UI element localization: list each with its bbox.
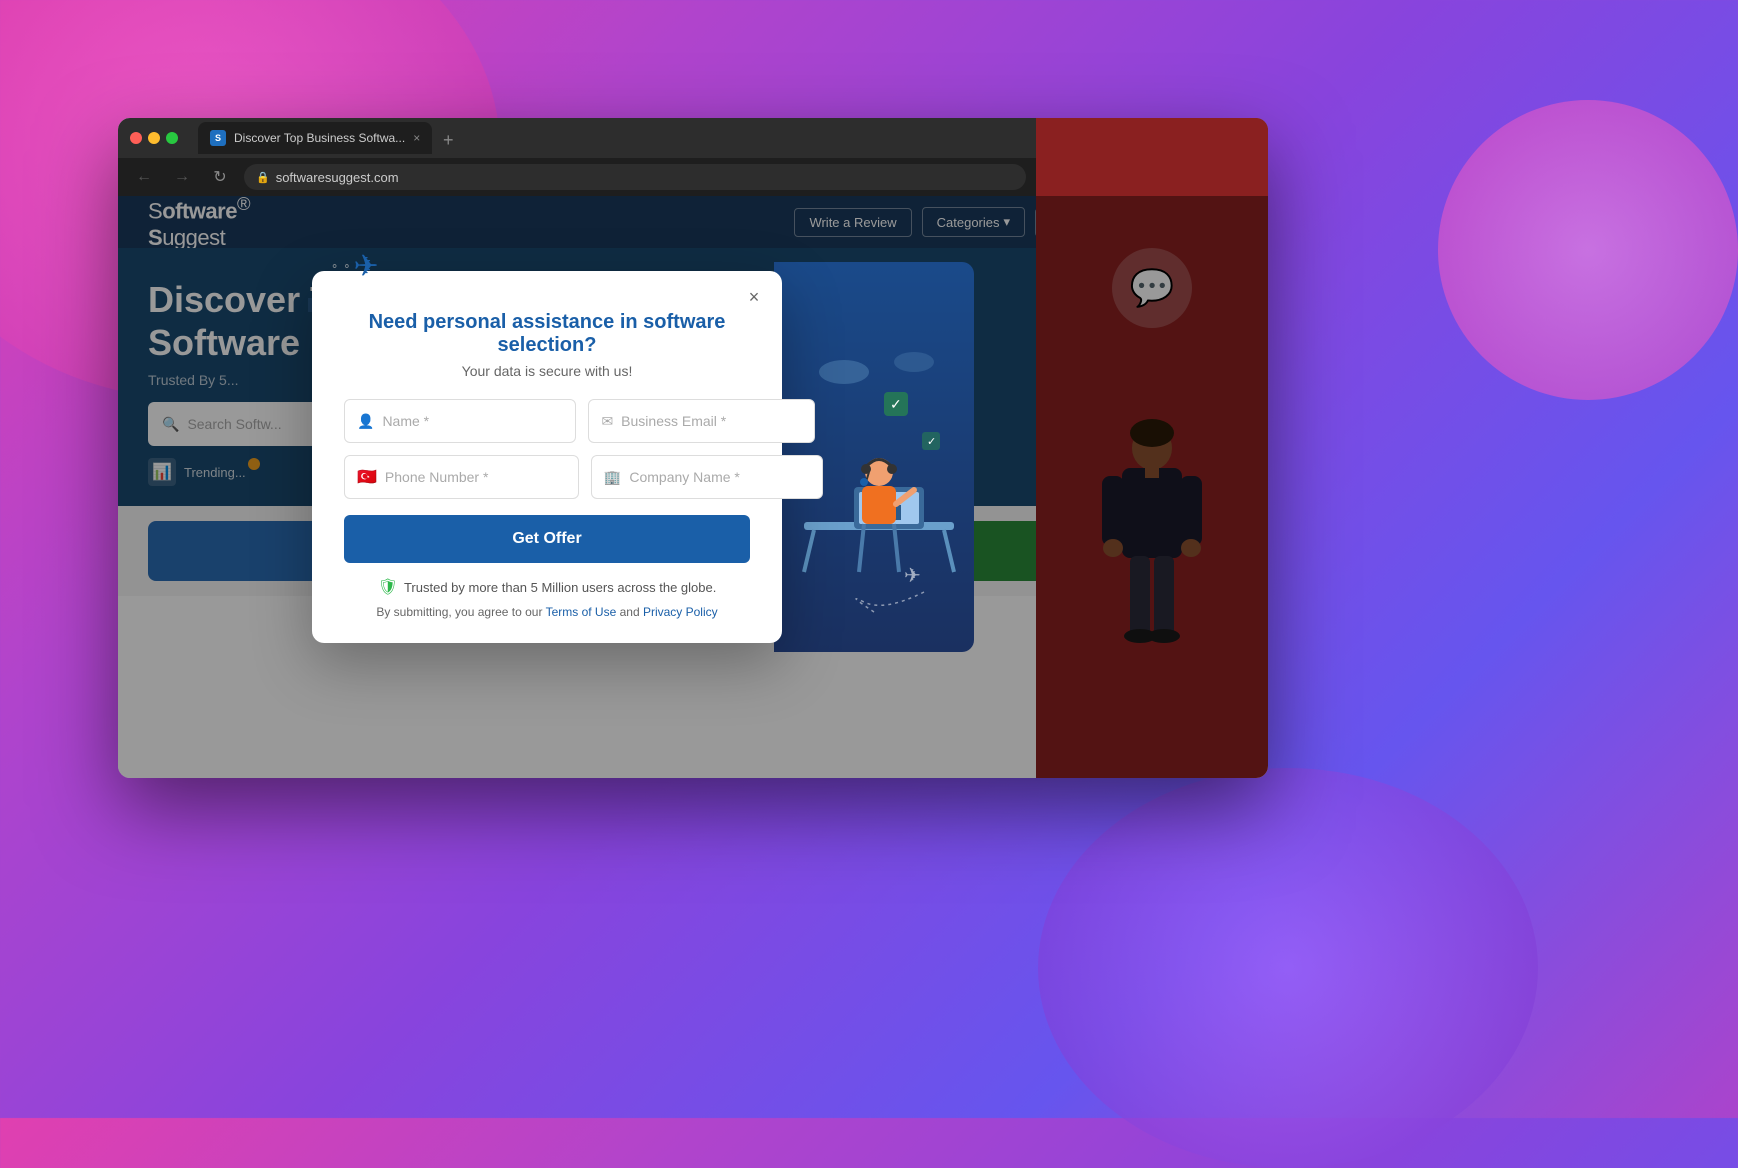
- forward-button[interactable]: →: [168, 163, 196, 191]
- svg-text:✓: ✓: [927, 436, 936, 448]
- paper-plane-icon: ✈: [354, 249, 379, 284]
- building-icon: 🏢: [604, 469, 621, 486]
- browser-window: S Discover Top Business Softwa... × + ← …: [118, 118, 1268, 778]
- modal-legal-text: By submitting, you agree to our Terms of…: [344, 605, 750, 619]
- decoration-circles: ⚬ ⚬: [330, 260, 352, 273]
- trust-label: Trusted by more than 5 Million users acr…: [404, 580, 716, 595]
- modal-trust-text: 🛡 Trusted by more than 5 Million users a…: [344, 577, 750, 597]
- tab-title: Discover Top Business Softwa...: [234, 131, 405, 145]
- minimize-window-button[interactable]: [148, 132, 160, 144]
- lock-icon: 🔒: [256, 171, 270, 184]
- person-icon: 👤: [357, 413, 374, 430]
- form-row-2: 🇹🇷 🏢: [344, 455, 750, 499]
- address-text: softwaresuggest.com: [276, 170, 399, 185]
- modal-dialog: ⚬ ⚬ ✈ × Need personal assistance in soft…: [312, 271, 782, 643]
- close-window-button[interactable]: [130, 132, 142, 144]
- terms-link[interactable]: Terms of Use: [546, 605, 617, 619]
- tab-favicon: S: [210, 130, 226, 146]
- phone-flag-icon: 🇹🇷: [357, 467, 377, 487]
- tab-close-button[interactable]: ×: [413, 131, 420, 145]
- new-tab-button[interactable]: +: [434, 126, 462, 154]
- modal-overlay[interactable]: ⚬ ⚬ ✈ × Need personal assistance in soft…: [118, 196, 1268, 778]
- modal-form: 👤 ✉ 🇹🇷: [344, 399, 750, 563]
- email-icon: ✉: [601, 413, 613, 430]
- address-bar[interactable]: 🔒 softwaresuggest.com: [244, 164, 1026, 190]
- bg-decoration-2: [1038, 768, 1538, 1168]
- company-field[interactable]: 🏢: [591, 455, 823, 499]
- browser-tab-active[interactable]: S Discover Top Business Softwa... ×: [198, 122, 432, 154]
- modal-title: Need personal assistance in software sel…: [344, 311, 750, 357]
- form-row-1: 👤 ✉: [344, 399, 750, 443]
- phone-input[interactable]: [385, 469, 566, 485]
- traffic-lights: [130, 132, 178, 144]
- phone-field[interactable]: 🇹🇷: [344, 455, 579, 499]
- modal-close-button[interactable]: ×: [740, 283, 768, 311]
- website-content: Software® Suggest Write a Review Categor…: [118, 196, 1268, 778]
- maximize-window-button[interactable]: [166, 132, 178, 144]
- legal-prefix: By submitting, you agree to our: [376, 605, 545, 619]
- back-button[interactable]: ←: [130, 163, 158, 191]
- bg-decoration-3: [1438, 100, 1738, 400]
- get-offer-button[interactable]: Get Offer: [344, 515, 750, 563]
- modal-subtitle: Your data is secure with us!: [344, 363, 750, 379]
- refresh-button[interactable]: ↻: [206, 163, 234, 191]
- company-input[interactable]: [629, 469, 810, 485]
- shield-check-icon: 🛡: [378, 577, 398, 597]
- privacy-link[interactable]: Privacy Policy: [643, 605, 718, 619]
- name-field[interactable]: 👤: [344, 399, 576, 443]
- svg-text:✓: ✓: [890, 396, 902, 412]
- email-field[interactable]: ✉: [588, 399, 815, 443]
- email-input[interactable]: [621, 413, 802, 429]
- name-input[interactable]: [382, 413, 563, 429]
- legal-and: and: [620, 605, 643, 619]
- svg-text:✈: ✈: [904, 565, 921, 587]
